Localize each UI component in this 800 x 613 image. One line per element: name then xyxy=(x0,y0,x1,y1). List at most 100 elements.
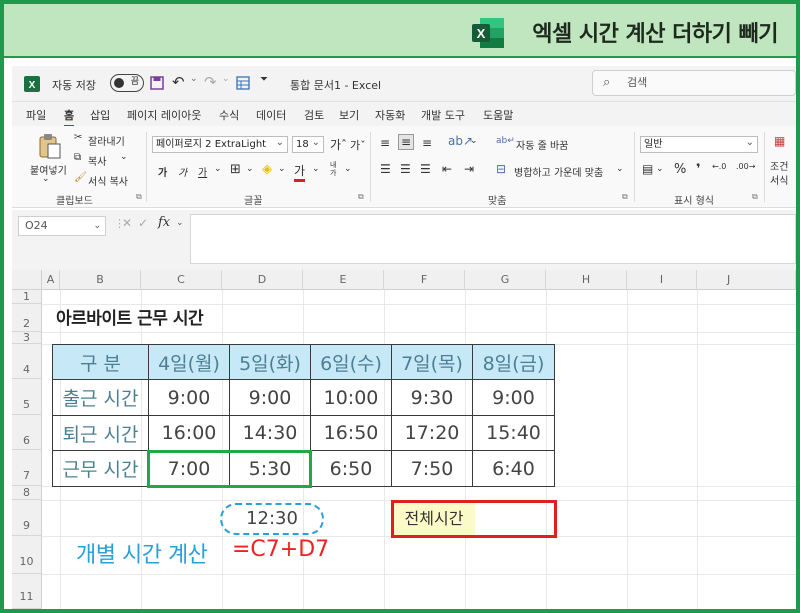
increase-decimal-icon[interactable]: ←.0 xyxy=(712,162,726,171)
decrease-indent-icon[interactable]: ⇤ xyxy=(442,162,452,176)
table-cell[interactable]: 6:50 xyxy=(310,450,392,487)
row-header-10[interactable]: 10 xyxy=(12,536,42,574)
increase-font-icon[interactable]: 가ˆ xyxy=(330,136,347,153)
phonetic-icon[interactable]: 내가 xyxy=(330,161,336,177)
autosave-toggle[interactable]: 끔 xyxy=(110,74,144,92)
fill-color-icon[interactable]: ◈ xyxy=(262,162,272,177)
menu-review[interactable]: 검토 xyxy=(304,107,324,123)
align-bottom-icon[interactable]: ≡ xyxy=(422,136,432,150)
wrap-text-label[interactable]: 자동 줄 바꿈 xyxy=(516,137,568,152)
table-cell[interactable]: 14:30 xyxy=(229,415,311,451)
decrease-font-icon[interactable]: 가ˇ xyxy=(350,137,366,153)
border-icon[interactable]: ⊞ xyxy=(230,162,241,177)
table-header-day[interactable]: 7일(목) xyxy=(391,344,473,380)
align-left-icon[interactable]: ☰ xyxy=(380,162,391,176)
menu-automate[interactable]: 자동화 xyxy=(375,107,405,123)
underline-dropdown-icon[interactable]: ⌄ xyxy=(214,164,222,174)
comma-style-icon[interactable]: ❜ xyxy=(696,162,701,177)
table-cell[interactable]: 15:40 xyxy=(472,415,555,451)
name-box[interactable]: O24 ⌄ xyxy=(18,216,106,236)
row-header-1[interactable]: 1 xyxy=(12,290,42,304)
menu-developer[interactable]: 개발 도구 xyxy=(421,107,465,123)
copy-dropdown-icon[interactable]: ⌄ xyxy=(120,152,128,162)
column-header-i[interactable]: I xyxy=(627,270,697,290)
percent-style-icon[interactable]: % xyxy=(674,162,686,177)
fx-dropdown-icon[interactable]: ⌄ xyxy=(176,218,184,228)
table-header-day[interactable]: 4일(월) xyxy=(148,344,230,380)
name-box-dropdown-icon[interactable]: ⌄ xyxy=(93,217,101,235)
table-cell[interactable]: 9:00 xyxy=(229,379,311,416)
column-header-h[interactable]: H xyxy=(546,270,627,290)
column-header-b[interactable]: B xyxy=(60,270,141,290)
font-color-dropdown-icon[interactable]: ⌄ xyxy=(312,164,320,174)
table-cell[interactable]: 10:00 xyxy=(310,379,392,416)
font-launcher-icon[interactable]: ⧉ xyxy=(358,192,364,202)
menu-formulas[interactable]: 수식 xyxy=(219,107,239,123)
merge-dropdown-icon[interactable]: ⌄ xyxy=(616,164,624,174)
copy-label[interactable]: 복사 xyxy=(88,153,106,168)
table-cell[interactable]: 16:50 xyxy=(310,415,392,451)
column-header-j[interactable]: J xyxy=(697,270,796,290)
column-header-d[interactable]: D xyxy=(222,270,303,290)
redo-dropdown-icon[interactable]: ⌄ xyxy=(222,74,230,84)
clipboard-launcher-icon[interactable]: ⧉ xyxy=(136,192,142,202)
border-dropdown-icon[interactable]: ⌄ xyxy=(246,164,254,174)
paste-dropdown-icon[interactable]: ⌄ xyxy=(42,174,50,184)
paste-icon[interactable] xyxy=(36,132,64,160)
row-header-6[interactable]: 6 xyxy=(12,415,42,450)
conditional-format-icon[interactable]: ▦ xyxy=(774,134,785,148)
align-center-icon[interactable]: ☰ xyxy=(400,162,411,176)
phonetic-dropdown-icon[interactable]: ⌄ xyxy=(344,164,352,174)
menu-view[interactable]: 보기 xyxy=(339,107,359,123)
italic-icon[interactable]: 가 xyxy=(178,164,187,179)
row-header-3[interactable]: 3 xyxy=(12,332,42,344)
menu-page-layout[interactable]: 페이지 레이아웃 xyxy=(127,107,201,123)
table-cell[interactable]: 9:30 xyxy=(391,379,473,416)
row-header-9[interactable]: 9 xyxy=(12,500,42,536)
search-input[interactable]: ⌕ 검색 xyxy=(592,70,796,96)
formula-input[interactable] xyxy=(190,214,796,264)
font-color-icon[interactable]: 가 xyxy=(294,162,306,182)
column-header-g[interactable]: G xyxy=(465,270,546,290)
sum-result-cell[interactable]: 12:30 xyxy=(220,503,324,535)
cut-icon[interactable]: ✂ xyxy=(74,132,82,143)
column-header-c[interactable]: C xyxy=(141,270,222,290)
row-header-7[interactable]: 7 xyxy=(12,450,42,486)
table-cell[interactable]: 9:00 xyxy=(148,379,230,416)
table-cell[interactable]: 17:20 xyxy=(391,415,473,451)
row-header-11[interactable]: 11 xyxy=(12,574,42,609)
cancel-icon[interactable]: ✕ xyxy=(122,216,132,230)
table-header-day[interactable]: 5일(화) xyxy=(229,344,311,380)
menu-data[interactable]: 데이터 xyxy=(256,107,286,123)
row-label-end[interactable]: 퇴근 시간 xyxy=(52,415,149,451)
format-painter-label[interactable]: 서식 복사 xyxy=(88,173,128,188)
table-header-category[interactable]: 구 분 xyxy=(52,344,149,380)
merge-center-label[interactable]: 병합하고 가운데 맞춤 xyxy=(514,164,603,179)
redo-icon[interactable]: ↷ xyxy=(204,73,217,91)
table-cell[interactable]: 6:40 xyxy=(472,450,555,487)
undo-dropdown-icon[interactable]: ⌄ xyxy=(190,74,198,84)
align-top-icon[interactable]: ≡ xyxy=(380,136,390,150)
insert-function-icon[interactable]: fx xyxy=(158,215,170,230)
customize-toolbar-icon[interactable]: ⏷ xyxy=(260,74,268,85)
form-icon[interactable] xyxy=(236,76,250,90)
fill-color-dropdown-icon[interactable]: ⌄ xyxy=(278,164,286,174)
number-launcher-icon[interactable]: ⧉ xyxy=(752,192,758,202)
row-label-work[interactable]: 근무 시간 xyxy=(52,450,149,487)
table-header-day[interactable]: 8일(금) xyxy=(472,344,555,380)
column-header-a[interactable]: A xyxy=(42,270,60,290)
font-size-select[interactable]: 18 xyxy=(292,135,324,153)
row-header-4[interactable]: 4 xyxy=(12,344,42,379)
column-header-f[interactable]: F xyxy=(384,270,465,290)
increase-indent-icon[interactable]: ⇥ xyxy=(464,162,474,176)
enter-icon[interactable]: ✓ xyxy=(138,216,148,230)
row-header-2[interactable]: 2 xyxy=(12,304,42,332)
cut-label[interactable]: 잘라내기 xyxy=(88,133,125,148)
orientation-dropdown-icon[interactable]: ⌄ xyxy=(470,136,478,146)
table-cell[interactable]: 9:00 xyxy=(472,379,555,416)
table-header-day[interactable]: 6일(수) xyxy=(310,344,392,380)
merge-center-icon[interactable]: ⊟ xyxy=(496,162,506,176)
accounting-format-icon[interactable]: ▤ xyxy=(642,162,653,176)
decrease-decimal-icon[interactable]: .00→ xyxy=(736,162,755,171)
row-header-8[interactable]: 8 xyxy=(12,486,42,500)
